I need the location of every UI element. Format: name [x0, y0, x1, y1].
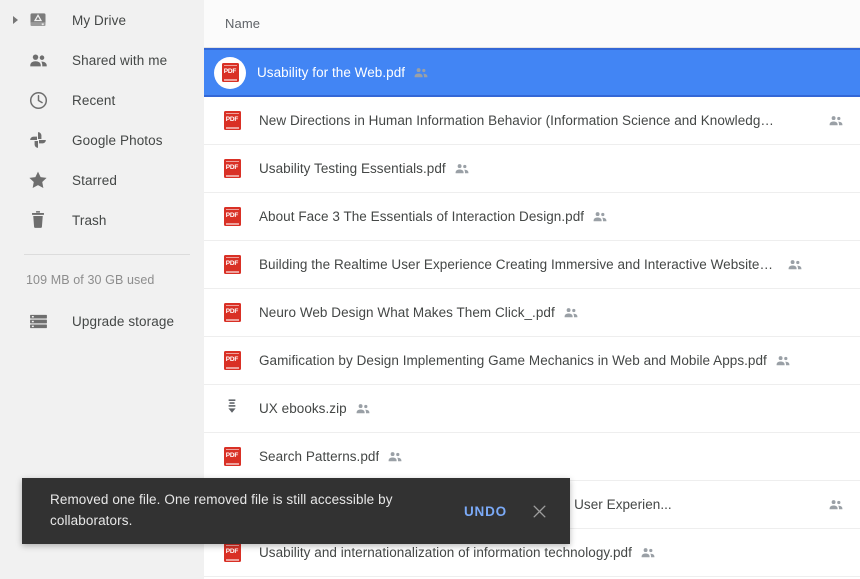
table-row[interactable]: PDF Usability for the Web.pdf	[204, 48, 860, 97]
sidebar-divider	[24, 254, 190, 255]
shared-people-icon	[413, 65, 429, 81]
undo-button[interactable]: UNDO	[460, 498, 511, 525]
shared-people-icon	[787, 257, 803, 273]
sidebar-item-label: My Drive	[72, 13, 126, 28]
pdf-icon: PDF	[224, 447, 241, 466]
sidebar-item-label: Starred	[72, 173, 117, 188]
shared-people-icon	[640, 545, 656, 561]
pdf-icon: PDF	[222, 63, 239, 82]
sidebar-item-google-photos[interactable]: Google Photos	[0, 120, 204, 160]
table-row[interactable]: PDF Gamification by Design Implementing G…	[204, 337, 860, 385]
clock-icon	[26, 88, 50, 112]
file-type-icon-slot: PDF	[216, 297, 248, 329]
sidebar-item-starred[interactable]: Starred	[0, 160, 204, 200]
people-icon	[26, 48, 50, 72]
file-name[interactable]: Usability for the Web.pdf	[257, 65, 405, 80]
file-name[interactable]: Building the Realtime User Experience Cr…	[259, 257, 779, 272]
sidebar-item-trash[interactable]: Trash	[0, 200, 204, 240]
file-type-icon-slot: PDF	[216, 201, 248, 233]
star-icon	[26, 168, 50, 192]
file-name[interactable]: Usability and internationalization of in…	[259, 545, 632, 560]
expand-arrow-icon[interactable]	[13, 16, 18, 24]
pdf-icon: PDF	[224, 303, 241, 322]
storage-bars-icon	[26, 309, 50, 333]
pdf-icon: PDF	[224, 111, 241, 130]
storage-usage-text: 109 MB of 30 GB used	[26, 273, 204, 287]
file-type-icon-slot: PDF	[214, 57, 246, 89]
sidebar-item-upgrade-storage[interactable]: Upgrade storage	[0, 301, 204, 341]
file-name[interactable]: Neuro Web Design What Makes Them Click_.…	[259, 305, 555, 320]
table-row[interactable]: PDF Building the Realtime User Experience…	[204, 241, 860, 289]
file-type-icon-slot: PDF	[216, 441, 248, 473]
shared-people-icon	[828, 113, 844, 129]
file-type-icon-slot: PDF	[216, 105, 248, 137]
photos-pinwheel-icon	[26, 128, 50, 152]
sidebar-item-label: Trash	[72, 213, 107, 228]
shared-people-icon	[355, 401, 371, 417]
file-name[interactable]: Usability Testing Essentials.pdf	[259, 161, 446, 176]
file-type-icon-slot: PDF	[216, 249, 248, 281]
zip-icon	[223, 397, 241, 420]
table-row[interactable]: PDF About Face 3 The Essentials of Intera…	[204, 193, 860, 241]
file-type-icon-slot: PDF	[216, 345, 248, 377]
shared-people-icon	[775, 353, 791, 369]
pdf-icon: PDF	[224, 351, 241, 370]
pdf-icon: PDF	[224, 255, 241, 274]
drive-icon	[26, 8, 50, 32]
sidebar-item-label: Shared with me	[72, 53, 167, 68]
drive-app-window: My Drive Shared with me Recent	[0, 0, 860, 579]
shared-people-icon	[592, 209, 608, 225]
shared-people-icon	[828, 497, 844, 513]
trash-icon	[26, 208, 50, 232]
shared-people-icon	[387, 449, 403, 465]
file-name[interactable]: New Directions in Human Information Beha…	[259, 113, 779, 128]
sidebar-item-my-drive[interactable]: My Drive	[0, 0, 204, 40]
file-name[interactable]: UX ebooks.zip	[259, 401, 347, 416]
sidebar-item-shared-with-me[interactable]: Shared with me	[0, 40, 204, 80]
file-type-icon-slot: PDF	[216, 153, 248, 185]
close-icon[interactable]	[529, 500, 551, 522]
file-type-icon-slot	[216, 393, 248, 425]
snackbar-message: Removed one file. One removed file is st…	[50, 490, 460, 532]
sidebar-item-label: Upgrade storage	[72, 314, 174, 329]
file-name[interactable]: Gamification by Design Implementing Game…	[259, 353, 767, 368]
pdf-icon: PDF	[224, 543, 241, 562]
pdf-icon: PDF	[224, 159, 241, 178]
sidebar-item-label: Google Photos	[72, 133, 163, 148]
sidebar-item-label: Recent	[72, 93, 115, 108]
table-row[interactable]: PDF Neuro Web Design What Makes Them Clic…	[204, 289, 860, 337]
table-row[interactable]: UX ebooks.zip	[204, 385, 860, 433]
sidebar-item-recent[interactable]: Recent	[0, 80, 204, 120]
column-header-name[interactable]: Name	[225, 16, 260, 31]
pdf-icon: PDF	[224, 207, 241, 226]
table-row[interactable]: PDF Usability Testing Essentials.pdf	[204, 145, 860, 193]
table-row[interactable]: PDF New Directions in Human Information B…	[204, 97, 860, 145]
file-name[interactable]: About Face 3 The Essentials of Interacti…	[259, 209, 584, 224]
shared-people-icon	[454, 161, 470, 177]
shared-people-icon	[563, 305, 579, 321]
snackbar-toast: Removed one file. One removed file is st…	[22, 478, 570, 544]
table-row[interactable]: PDF Search Patterns.pdf	[204, 433, 860, 481]
file-list-header: Name	[204, 0, 860, 48]
file-name[interactable]: Search Patterns.pdf	[259, 449, 379, 464]
